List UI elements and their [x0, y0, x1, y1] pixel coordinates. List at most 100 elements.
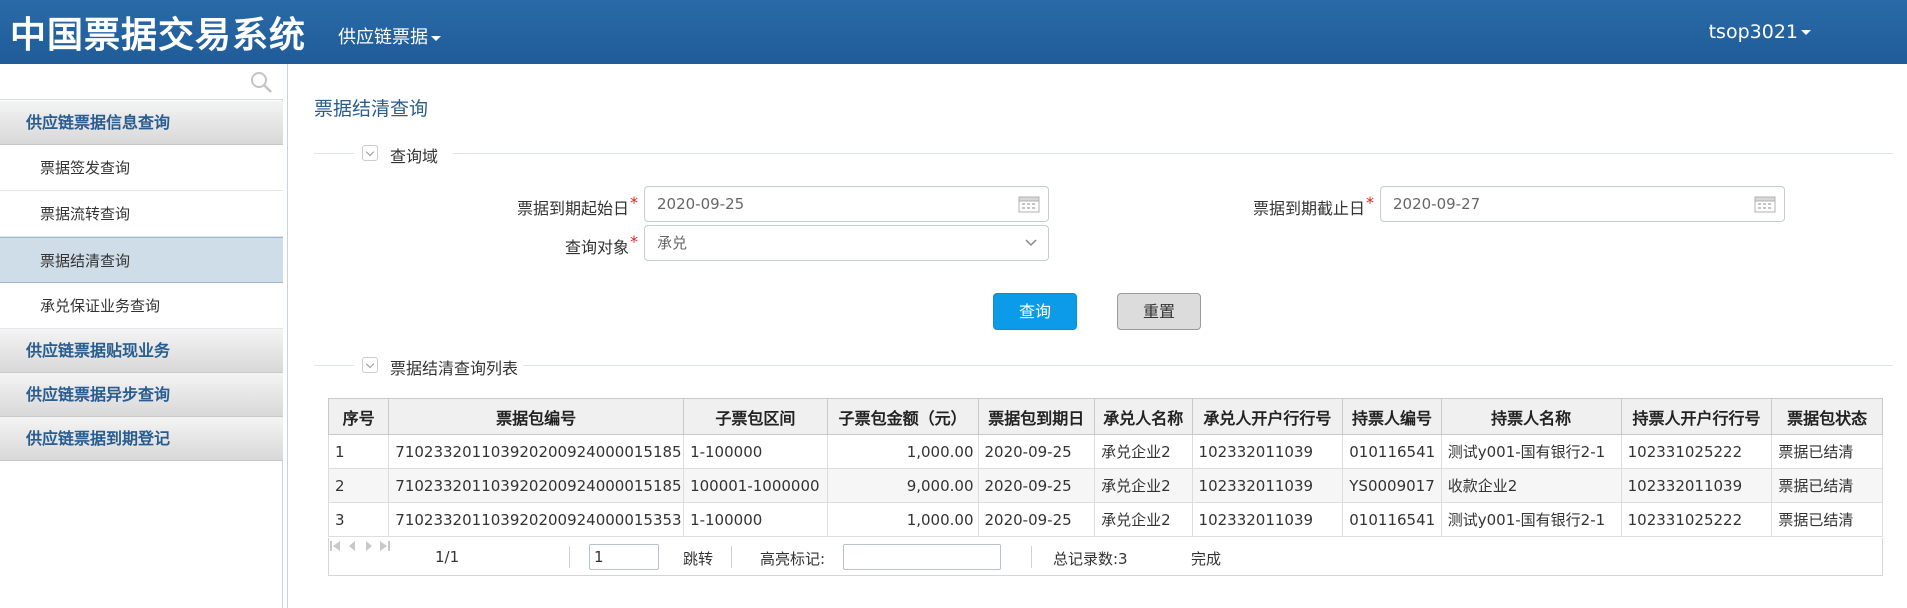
table-cell: 2020-09-25: [977, 434, 1096, 469]
reset-button[interactable]: 重置: [1117, 293, 1201, 330]
column-header[interactable]: 持票人编号: [1342, 398, 1442, 435]
required-mark: *: [630, 193, 638, 212]
top-bar: 中国票据交易系统 供应链票据 tsop3021: [0, 0, 1907, 64]
sidebar-group-async-query[interactable]: 供应链票据异步查询: [0, 373, 283, 417]
target-label-text: 查询对象: [564, 238, 629, 257]
section-divider: [523, 365, 1893, 366]
query-section-title: 查询域: [390, 147, 439, 166]
page-info: 1/1: [435, 548, 460, 566]
table-cell: 测试y001-国有银行2-1: [1440, 434, 1622, 469]
table-row[interactable]: 1 710233201103920200924000015185 1-10000…: [327, 434, 1883, 469]
last-page-icon[interactable]: [379, 540, 391, 552]
pager-divider: [1031, 546, 1032, 568]
table-cell: 承兑企业2: [1094, 468, 1193, 503]
calendar-icon[interactable]: [1018, 195, 1040, 213]
highlight-input[interactable]: [843, 544, 1001, 570]
table-cell: 票据已结清: [1771, 434, 1883, 469]
start-date-label-text: 票据到期起始日: [516, 199, 629, 218]
target-label: 查询对象*: [468, 232, 638, 258]
table-cell: 2: [327, 468, 390, 503]
table-cell: 1: [327, 434, 390, 469]
table-cell: 710233201103920200924000015353: [388, 502, 685, 537]
table-cell: 2020-09-25: [977, 502, 1096, 537]
table-cell: 102332011039: [1620, 468, 1773, 503]
user-name: tsop3021: [1708, 21, 1798, 43]
list-section-title: 票据结清查询列表: [390, 359, 519, 378]
table-cell: 010116541: [1342, 434, 1442, 469]
column-header[interactable]: 承兑人名称: [1094, 398, 1193, 435]
section-divider: [314, 365, 354, 366]
next-page-icon[interactable]: [363, 540, 375, 552]
sidebar-search-input[interactable]: [2, 66, 242, 96]
table-row[interactable]: 3 710233201103920200924000015353 1-10000…: [327, 502, 1883, 537]
sidebar-item-issue-query[interactable]: 票据签发查询: [0, 145, 283, 191]
table-header-row: 序号 票据包编号 子票包区间 子票包金额（元） 票据包到期日 承兑人名称 承兑人…: [327, 398, 1883, 435]
required-mark: *: [630, 232, 638, 251]
column-header[interactable]: 承兑人开户行行号: [1191, 398, 1344, 435]
table-cell: 102331025222: [1620, 434, 1773, 469]
user-menu[interactable]: tsop3021: [1709, 21, 1811, 43]
search-icon[interactable]: [249, 70, 273, 94]
end-date-label-text: 票据到期截止日: [1252, 199, 1365, 218]
table-cell: 100001-1000000: [683, 468, 828, 503]
pager-divider: [731, 546, 732, 568]
sidebar-item-transfer-query[interactable]: 票据流转查询: [0, 191, 283, 237]
table-cell: 3: [327, 502, 390, 537]
start-date-field[interactable]: 2020-09-25: [644, 186, 1049, 222]
caret-down-icon: [1801, 30, 1811, 35]
table-pager: 1/1 1 跳转 高亮标记: 总记录数:3 完成: [328, 538, 1883, 576]
table-cell: 710233201103920200924000015185: [388, 434, 685, 469]
first-page-icon[interactable]: [329, 540, 341, 552]
table-cell: 票据已结清: [1771, 502, 1883, 537]
jump-button[interactable]: 跳转: [683, 548, 713, 569]
end-date-value: 2020-09-27: [1393, 195, 1481, 213]
sidebar-item-settlement-query[interactable]: 票据结清查询: [0, 237, 283, 283]
caret-down-icon: [431, 35, 441, 41]
supply-chain-menu[interactable]: 供应链票据: [338, 23, 441, 49]
table-row[interactable]: 2 710233201103920200924000015185 100001-…: [327, 468, 1883, 503]
column-header[interactable]: 子票包区间: [683, 398, 828, 435]
prev-page-icon[interactable]: [346, 540, 358, 552]
chevron-down-icon[interactable]: [1024, 236, 1038, 250]
sidebar-item-acceptance-guarantee-query[interactable]: 承兑保证业务查询: [0, 283, 283, 329]
target-select[interactable]: 承兑: [644, 225, 1049, 261]
start-date-label: 票据到期起始日*: [468, 193, 638, 219]
required-mark: *: [1366, 193, 1374, 212]
end-date-field[interactable]: 2020-09-27: [1380, 186, 1785, 222]
calendar-icon[interactable]: [1754, 195, 1776, 213]
page-number-input[interactable]: 1: [589, 544, 659, 570]
table-cell: 承兑企业2: [1094, 434, 1193, 469]
sidebar-group-discount[interactable]: 供应链票据贴现业务: [0, 329, 283, 373]
pager-divider: [569, 546, 570, 568]
table-cell: 票据已结清: [1771, 468, 1883, 503]
column-header[interactable]: 票据包编号: [388, 398, 685, 435]
main-panel: 票据结清查询 查询域 票据到期起始日* 2020-09-25 票据到期截止日* …: [287, 64, 1907, 608]
table-cell: 1,000.00: [826, 434, 979, 469]
table-cell: 010116541: [1342, 502, 1442, 537]
table-cell: 收款企业2: [1440, 468, 1622, 503]
table-cell: 9,000.00: [826, 468, 979, 503]
table-cell: 测试y001-国有银行2-1: [1440, 502, 1622, 537]
table-cell: YS0009017: [1342, 468, 1442, 503]
table-cell: 2020-09-25: [977, 468, 1096, 503]
load-status: 完成: [1191, 550, 1222, 568]
section-divider: [314, 153, 354, 154]
column-header[interactable]: 序号: [327, 398, 390, 435]
app-title: 中国票据交易系统: [10, 15, 307, 56]
table-cell: 102332011039: [1191, 434, 1344, 469]
table-cell: 承兑企业2: [1094, 502, 1193, 537]
column-header[interactable]: 票据包到期日: [977, 398, 1096, 435]
collapse-list-section-icon[interactable]: [362, 357, 378, 373]
sidebar: 供应链票据信息查询 票据签发查询 票据流转查询 票据结清查询 承兑保证业务查询 …: [0, 64, 283, 608]
column-header[interactable]: 持票人开户行行号: [1620, 398, 1773, 435]
end-date-label: 票据到期截止日*: [1204, 193, 1374, 219]
query-button[interactable]: 查询: [993, 293, 1077, 330]
highlight-label: 高亮标记:: [760, 550, 826, 568]
column-header[interactable]: 票据包状态: [1771, 398, 1883, 435]
sidebar-group-info-query[interactable]: 供应链票据信息查询: [0, 101, 283, 145]
column-header[interactable]: 持票人名称: [1440, 398, 1622, 435]
collapse-query-section-icon[interactable]: [362, 145, 378, 161]
total-records: 总记录数:3: [1053, 550, 1128, 568]
sidebar-group-maturity-register[interactable]: 供应链票据到期登记: [0, 417, 283, 461]
column-header[interactable]: 子票包金额（元）: [826, 398, 979, 435]
